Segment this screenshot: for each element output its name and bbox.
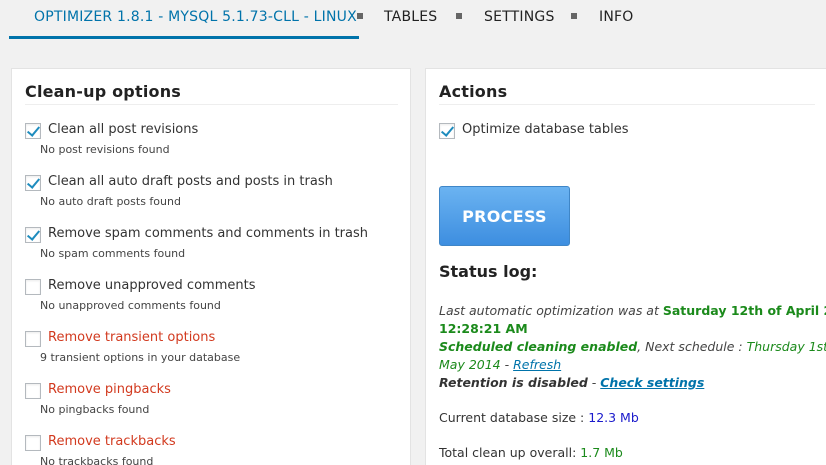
unapproved-comments-label[interactable]: Remove unapproved comments <box>48 278 255 293</box>
pingbacks-label[interactable]: Remove pingbacks <box>48 382 171 397</box>
actions-panel: Actions Optimize database tables PROCESS… <box>425 68 826 465</box>
post-revisions-note: No post revisions found <box>40 143 170 156</box>
retention-separator: - <box>587 375 601 390</box>
refresh-link[interactable]: Refresh <box>513 357 561 372</box>
scheduled-cleaning-status: Scheduled cleaning enabled <box>439 339 638 354</box>
next-schedule-date-cont: May 2014 <box>439 357 501 372</box>
spam-comments-checkbox[interactable] <box>25 227 41 243</box>
refresh-separator: - <box>500 357 514 372</box>
last-optimization-line: Last automatic optimization was at Satur… <box>439 303 826 318</box>
optimize-tables-checkbox[interactable] <box>439 123 455 139</box>
next-schedule-prefix: , Next schedule : <box>637 339 747 354</box>
tab-separator <box>571 13 577 19</box>
post-revisions-label[interactable]: Clean all post revisions <box>48 122 198 137</box>
db-size-value: 12.3 Mb <box>588 410 639 425</box>
transient-options-note: 9 transient options in your database <box>40 351 241 364</box>
spam-comments-note: No spam comments found <box>40 247 186 260</box>
optimize-tables-label[interactable]: Optimize database tables <box>462 122 629 137</box>
last-optimization-time-line: 12:28:21 AM <box>439 321 528 336</box>
tab-separator <box>456 13 462 19</box>
db-size-line: Current database size : 12.3 Mb <box>439 410 639 425</box>
schedule-line: Scheduled cleaning enabled, Next schedul… <box>439 339 826 354</box>
trackbacks-note: No trackbacks found <box>40 455 154 465</box>
auto-drafts-note: No auto draft posts found <box>40 195 181 208</box>
db-size-label: Current database size : <box>439 410 589 425</box>
last-optimization-prefix: Last automatic optimization was at <box>439 303 663 318</box>
active-tab-underline <box>9 36 359 39</box>
schedule-line-2: May 2014 - Refresh <box>439 357 561 372</box>
tab-tables[interactable]: TABLES <box>384 9 437 25</box>
last-optimization-date: Saturday 12th of April 2014 <box>662 303 826 318</box>
tab-info[interactable]: INFO <box>599 9 633 25</box>
process-button[interactable]: PROCESS <box>439 186 570 246</box>
trackbacks-checkbox[interactable] <box>25 435 41 451</box>
status-log-title: Status log: <box>439 262 538 281</box>
tab-separator <box>357 13 363 19</box>
cleanup-options-panel: Clean-up options Clean all post revision… <box>11 68 411 465</box>
unapproved-comments-checkbox[interactable] <box>25 279 41 295</box>
total-cleanup-label: Total clean up overall: <box>439 445 581 460</box>
transient-options-label[interactable]: Remove transient options <box>48 330 215 345</box>
auto-drafts-label[interactable]: Clean all auto draft posts and posts in … <box>48 174 333 189</box>
tab-optimizer[interactable]: OPTIMIZER 1.8.1 - MYSQL 5.1.73-CLL - LIN… <box>34 9 357 25</box>
trackbacks-label[interactable]: Remove trackbacks <box>48 434 176 449</box>
cleanup-options-title: Clean-up options <box>25 82 182 101</box>
last-optimization-time: 12:28:21 AM <box>439 321 528 336</box>
actions-title: Actions <box>439 82 508 101</box>
spam-comments-label[interactable]: Remove spam comments and comments in tra… <box>48 226 368 241</box>
auto-drafts-checkbox[interactable] <box>25 175 41 191</box>
total-cleanup-value: 1.7 Mb <box>580 445 623 460</box>
unapproved-comments-note: No unapproved comments found <box>40 299 221 312</box>
retention-status: Retention is disabled <box>439 375 588 390</box>
retention-line: Retention is disabled - Check settings <box>439 375 704 390</box>
panel-divider <box>25 104 398 105</box>
check-settings-link[interactable]: Check settings <box>600 375 704 390</box>
pingbacks-checkbox[interactable] <box>25 383 41 399</box>
next-schedule-date: Thursday 1st of <box>746 339 826 354</box>
pingbacks-note: No pingbacks found <box>40 403 150 416</box>
post-revisions-checkbox[interactable] <box>25 123 41 139</box>
tab-settings[interactable]: SETTINGS <box>484 9 555 25</box>
transient-options-checkbox[interactable] <box>25 331 41 347</box>
panel-divider <box>439 104 815 105</box>
total-cleanup-line: Total clean up overall: 1.7 Mb <box>439 445 623 460</box>
tab-bar: OPTIMIZER 1.8.1 - MYSQL 5.1.73-CLL - LIN… <box>0 0 826 40</box>
